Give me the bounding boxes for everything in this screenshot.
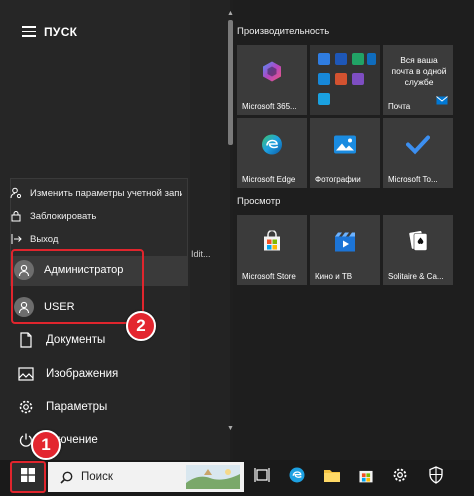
tile-office-apps-folder[interactable] — [310, 45, 380, 115]
tile-microsoft-store-label: Microsoft Store — [242, 272, 296, 281]
store-icon — [357, 466, 375, 489]
nav-settings[interactable]: Параметры — [18, 396, 107, 418]
mail-icon — [436, 92, 448, 110]
tile-photos-label: Фотографии — [315, 175, 361, 184]
annotation-highlight-box — [11, 249, 144, 324]
scrollbar-thumb[interactable] — [228, 20, 233, 145]
annotation-badge-1: 1 — [31, 430, 61, 460]
store-icon — [261, 230, 283, 258]
tile-movies-tv[interactable]: Кино и ТВ — [310, 215, 380, 285]
cards-icon — [406, 230, 430, 259]
lock-icon — [10, 210, 22, 222]
nav-pictures[interactable]: Изображения — [18, 363, 118, 385]
user-settings-icon — [10, 187, 22, 199]
tile-solitaire-label: Solitaire & Ca... — [388, 272, 444, 281]
tile-microsoft-edge[interactable]: Microsoft Edge — [237, 118, 307, 188]
security-shield-icon — [428, 465, 444, 489]
lock-item[interactable]: Заблокировать — [10, 208, 182, 224]
taskbar-search-box[interactable]: Поиск — [48, 462, 244, 492]
tile-mail-label: Почта — [388, 102, 411, 111]
change-account-settings-item[interactable]: Изменить параметры учетной запис — [10, 185, 182, 201]
document-icon — [18, 332, 34, 348]
start-button[interactable] — [10, 461, 46, 493]
tile-microsoft-edge-label: Microsoft Edge — [242, 175, 296, 184]
tile-microsoft-todo[interactable]: Microsoft To... — [383, 118, 453, 188]
lock-label: Заблокировать — [30, 210, 97, 222]
scroll-up-arrow-icon[interactable]: ▲ — [227, 10, 234, 17]
file-explorer-icon — [323, 467, 341, 488]
change-account-settings-label: Изменить параметры учетной запис — [30, 187, 182, 199]
pictures-icon — [18, 366, 34, 382]
tile-mail[interactable]: Вся ваша почта в одной службе Почта — [383, 45, 453, 115]
sign-out-label: Выход — [30, 233, 59, 245]
edge-icon — [288, 466, 306, 489]
microsoft-365-icon — [260, 60, 284, 89]
tile-microsoft-365[interactable]: Microsoft 365... — [237, 45, 307, 115]
tile-microsoft-365-label: Microsoft 365... — [242, 102, 297, 111]
start-title: ПУСК — [44, 25, 78, 39]
sign-out-item[interactable]: Выход — [10, 231, 182, 247]
todo-check-icon — [406, 135, 430, 160]
edge-icon — [260, 133, 284, 162]
start-menu-window: ▲ ▼ ПУСК Изменить параметры учетной запи… — [0, 0, 474, 496]
task-view-icon — [254, 467, 270, 488]
taskbar-store-button[interactable] — [355, 466, 377, 488]
tile-photos[interactable]: Фотографии — [310, 118, 380, 188]
taskbar-settings-button[interactable] — [389, 466, 411, 488]
nav-settings-label: Параметры — [46, 401, 108, 413]
annotation-badge-2: 2 — [126, 311, 156, 341]
tile-microsoft-todo-label: Microsoft To... — [388, 175, 438, 184]
nav-pictures-label: Изображения — [46, 368, 119, 380]
nav-documents-label: Документы — [46, 334, 106, 346]
search-highlight-image — [186, 465, 240, 492]
search-placeholder: Поиск — [81, 471, 113, 483]
tile-group-title-view: Просмотр — [237, 196, 281, 207]
taskbar-edge-button[interactable] — [286, 466, 308, 488]
photos-icon — [333, 135, 357, 160]
hamburger-menu-icon[interactable] — [22, 26, 36, 37]
task-view-button[interactable] — [251, 466, 273, 488]
nav-documents[interactable]: Документы — [18, 329, 105, 351]
movies-icon — [333, 231, 357, 258]
sign-out-icon — [10, 233, 22, 245]
search-icon — [60, 471, 73, 484]
clipped-app-list-text: Idit... — [191, 249, 211, 259]
tile-movies-tv-label: Кино и ТВ — [315, 272, 353, 281]
tile-group-title-productivity: Производительность — [237, 26, 330, 37]
gear-icon — [392, 467, 408, 488]
app-list-strip — [190, 0, 230, 460]
tile-solitaire[interactable]: Solitaire & Ca... — [383, 215, 453, 285]
taskbar-file-explorer-button[interactable] — [321, 466, 343, 488]
tile-microsoft-store[interactable]: Microsoft Store — [237, 215, 307, 285]
taskbar-security-button[interactable] — [425, 465, 447, 489]
gear-icon — [18, 399, 34, 415]
office-apps-icon — [316, 51, 376, 116]
scroll-down-arrow-icon[interactable]: ▼ — [227, 425, 234, 432]
windows-logo-icon — [21, 467, 35, 487]
mail-description: Вся ваша почта в одной службе — [391, 55, 447, 87]
